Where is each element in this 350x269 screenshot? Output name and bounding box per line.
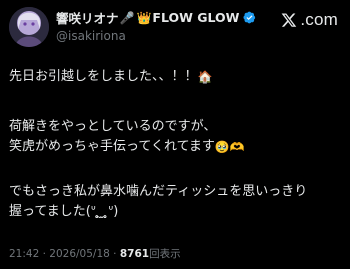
- author-group-name: FLOW GLOW: [152, 10, 240, 25]
- post-card: 響咲リオナ 🎤 👑 FLOW GLOW @isakiriona .com 先日お…: [0, 0, 350, 269]
- author-name-row[interactable]: 響咲リオナ 🎤 👑 FLOW GLOW: [56, 9, 256, 26]
- x-brand[interactable]: .com: [281, 9, 338, 31]
- post-meta: 21:42 · 2026/05/18 · 8761回表示: [9, 246, 181, 261]
- views-count: 8761: [119, 248, 150, 260]
- post-date[interactable]: 2026/05/18: [49, 248, 110, 260]
- post-line-1: 先日お引越しをしました、、！！🏠: [9, 67, 339, 87]
- brand-domain: .com: [300, 10, 338, 29]
- post-line-3: 笑虎がめっちゃ手伝ってくれてます🥹🫶: [9, 137, 339, 157]
- views-label: 回表示: [149, 248, 181, 260]
- post-line-4: でもさっき私が鼻水噛んだティッシュを思いっきり: [9, 184, 308, 199]
- pleading-heart-hands-icon: 🥹🫶: [214, 140, 245, 154]
- verified-badge-icon: [243, 11, 256, 24]
- post-line-2: 荷解きをやっとしているのですが、: [9, 119, 217, 134]
- microphone-icon: 🎤: [119, 10, 135, 25]
- meta-separator-2: ·: [113, 248, 117, 260]
- meta-separator: ·: [42, 248, 46, 260]
- post-line-5: 握ってました(ᐡ ̥̥̥ ̫ ̥̥̥ᐡ): [9, 204, 119, 219]
- post-line-3-text: 笑虎がめっちゃ手伝ってくれてます: [9, 139, 215, 154]
- x-logo-icon: [281, 13, 297, 27]
- author-name: 響咲リオナ: [56, 11, 119, 26]
- crown-icon: 👑: [136, 10, 152, 25]
- avatar-image: [9, 7, 49, 47]
- house-icon: 🏠: [197, 70, 213, 84]
- avatar[interactable]: [9, 7, 49, 47]
- author-handle[interactable]: @isakiriona: [56, 29, 126, 43]
- post-time[interactable]: 21:42: [9, 248, 39, 260]
- post-line-1-text: 先日お引越しをしました、、！！: [9, 69, 198, 84]
